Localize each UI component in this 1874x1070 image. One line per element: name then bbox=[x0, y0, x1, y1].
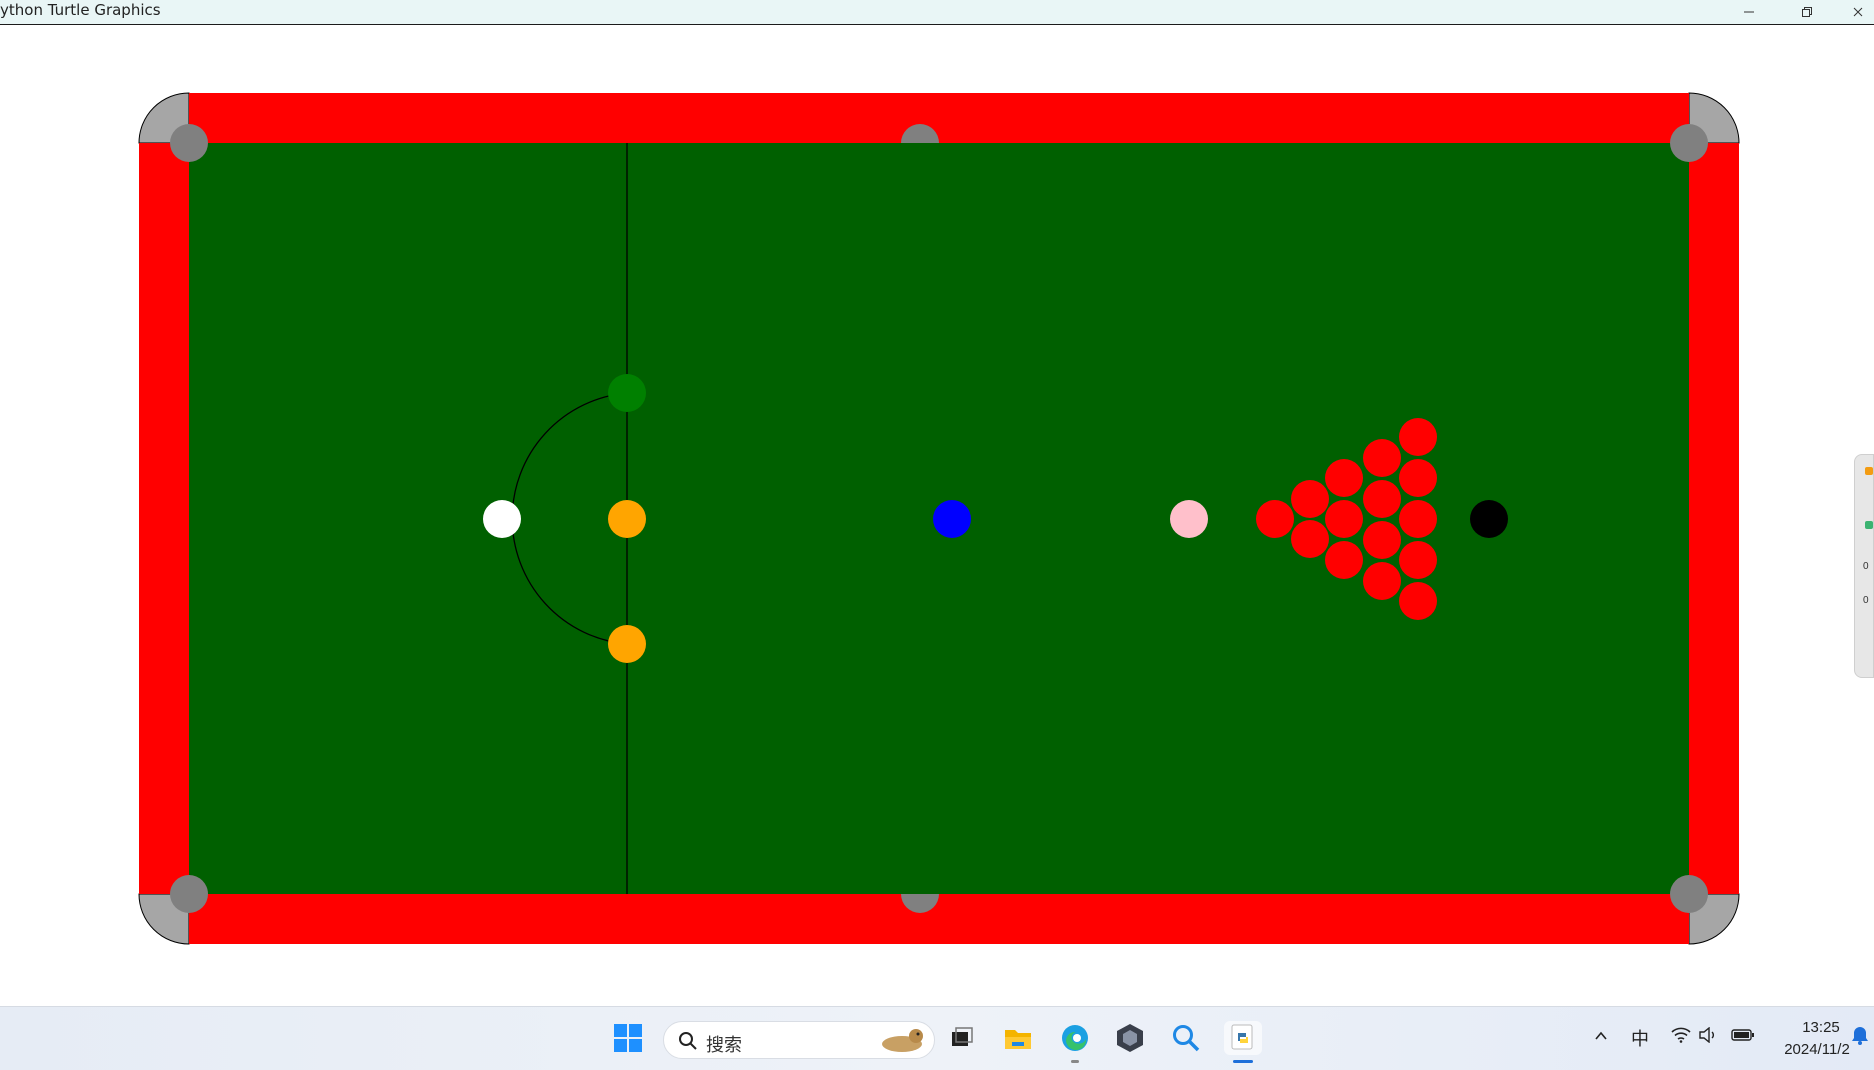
search-highlight-icon bbox=[882, 1029, 923, 1052]
snooker-table bbox=[138, 92, 1740, 945]
bell-icon bbox=[1852, 1027, 1868, 1045]
search-placeholder: 搜索 bbox=[706, 1035, 742, 1056]
wifi-icon bbox=[1671, 1027, 1691, 1043]
edge-browser-button[interactable] bbox=[1058, 1021, 1092, 1063]
app-button[interactable] bbox=[1113, 1021, 1147, 1055]
red-ball bbox=[1399, 459, 1437, 497]
pocket-top-left bbox=[170, 124, 208, 162]
network-speed-widget[interactable]: 0 0 bbox=[1854, 454, 1874, 678]
brown-ball bbox=[608, 500, 646, 538]
blue-ball bbox=[933, 500, 971, 538]
red-ball bbox=[1363, 562, 1401, 600]
cushion-top bbox=[189, 93, 1689, 143]
pocket-bottom-right bbox=[1670, 875, 1708, 913]
green-ball bbox=[608, 374, 646, 412]
restore-button[interactable] bbox=[1784, 0, 1830, 24]
restore-icon bbox=[1802, 7, 1812, 17]
cushion-right bbox=[1689, 143, 1739, 894]
show-hidden-icons-button[interactable] bbox=[1594, 1027, 1608, 1048]
red-ball bbox=[1325, 459, 1363, 497]
red-ball bbox=[1291, 520, 1329, 558]
upload-speed: 0 bbox=[1863, 561, 1869, 572]
widget-shield-icon bbox=[1865, 521, 1873, 529]
search-icon bbox=[679, 1032, 697, 1050]
python-turtle-button[interactable] bbox=[1224, 1021, 1262, 1063]
taskbar: 搜索 中 13:25 2024/11/2 bbox=[0, 1006, 1874, 1070]
download-speed: 0 bbox=[1863, 595, 1869, 606]
red-ball bbox=[1399, 582, 1437, 620]
volume-icon bbox=[1699, 1026, 1714, 1044]
file-explorer-button[interactable] bbox=[1001, 1021, 1035, 1055]
python-icon bbox=[1231, 1024, 1253, 1050]
red-ball bbox=[1363, 480, 1401, 518]
ime-indicator[interactable]: 中 bbox=[1631, 1025, 1649, 1051]
red-ball bbox=[1291, 480, 1329, 518]
active-indicator bbox=[1233, 1060, 1253, 1063]
widget-app-icon bbox=[1865, 467, 1873, 475]
chevron-up-icon bbox=[1595, 1031, 1607, 1040]
edge-browser-icon bbox=[1062, 1025, 1088, 1051]
wifi-button[interactable] bbox=[1671, 1027, 1691, 1048]
clock-time[interactable]: 13:25 bbox=[1786, 1019, 1856, 1036]
red-ball bbox=[1363, 521, 1401, 559]
cushion-left bbox=[139, 143, 189, 894]
yellow-ball bbox=[608, 625, 646, 663]
pocket-bottom-left bbox=[170, 875, 208, 913]
clock-date[interactable]: 2024/11/2 bbox=[1772, 1041, 1862, 1058]
task-view-button[interactable] bbox=[945, 1021, 979, 1055]
red-ball bbox=[1256, 500, 1294, 538]
app-icon bbox=[1117, 1024, 1143, 1052]
windows-start-icon bbox=[614, 1024, 642, 1052]
minimize-button[interactable] bbox=[1726, 0, 1772, 24]
start-button[interactable] bbox=[611, 1021, 645, 1055]
notification-button[interactable] bbox=[1851, 1025, 1869, 1050]
black-ball bbox=[1470, 500, 1508, 538]
active-indicator bbox=[1071, 1060, 1079, 1063]
pocket-top-right bbox=[1670, 124, 1708, 162]
task-view-icon bbox=[952, 1027, 973, 1046]
minimize-icon bbox=[1744, 11, 1754, 13]
cushion-bottom bbox=[189, 894, 1689, 944]
red-ball bbox=[1325, 541, 1363, 579]
file-explorer-icon bbox=[1005, 1030, 1031, 1049]
turtle-canvas[interactable] bbox=[0, 25, 1874, 1005]
window-title: ython Turtle Graphics bbox=[0, 1, 161, 19]
taskbar-search-input[interactable]: 搜索 bbox=[663, 1021, 935, 1059]
close-button[interactable] bbox=[1842, 0, 1874, 24]
red-ball bbox=[1399, 418, 1437, 456]
volume-button[interactable] bbox=[1699, 1026, 1717, 1048]
magnifier-icon bbox=[1173, 1025, 1200, 1052]
pink-ball bbox=[1170, 500, 1208, 538]
red-ball bbox=[1325, 500, 1363, 538]
window-titlebar: ython Turtle Graphics bbox=[0, 0, 1874, 25]
battery-icon bbox=[1731, 1029, 1754, 1041]
red-ball bbox=[1399, 541, 1437, 579]
magnifier-button[interactable] bbox=[1169, 1021, 1203, 1055]
battery-button[interactable] bbox=[1731, 1027, 1755, 1048]
cue-ball bbox=[483, 500, 521, 538]
red-ball bbox=[1363, 439, 1401, 477]
close-icon bbox=[1853, 7, 1863, 17]
red-ball bbox=[1399, 500, 1437, 538]
